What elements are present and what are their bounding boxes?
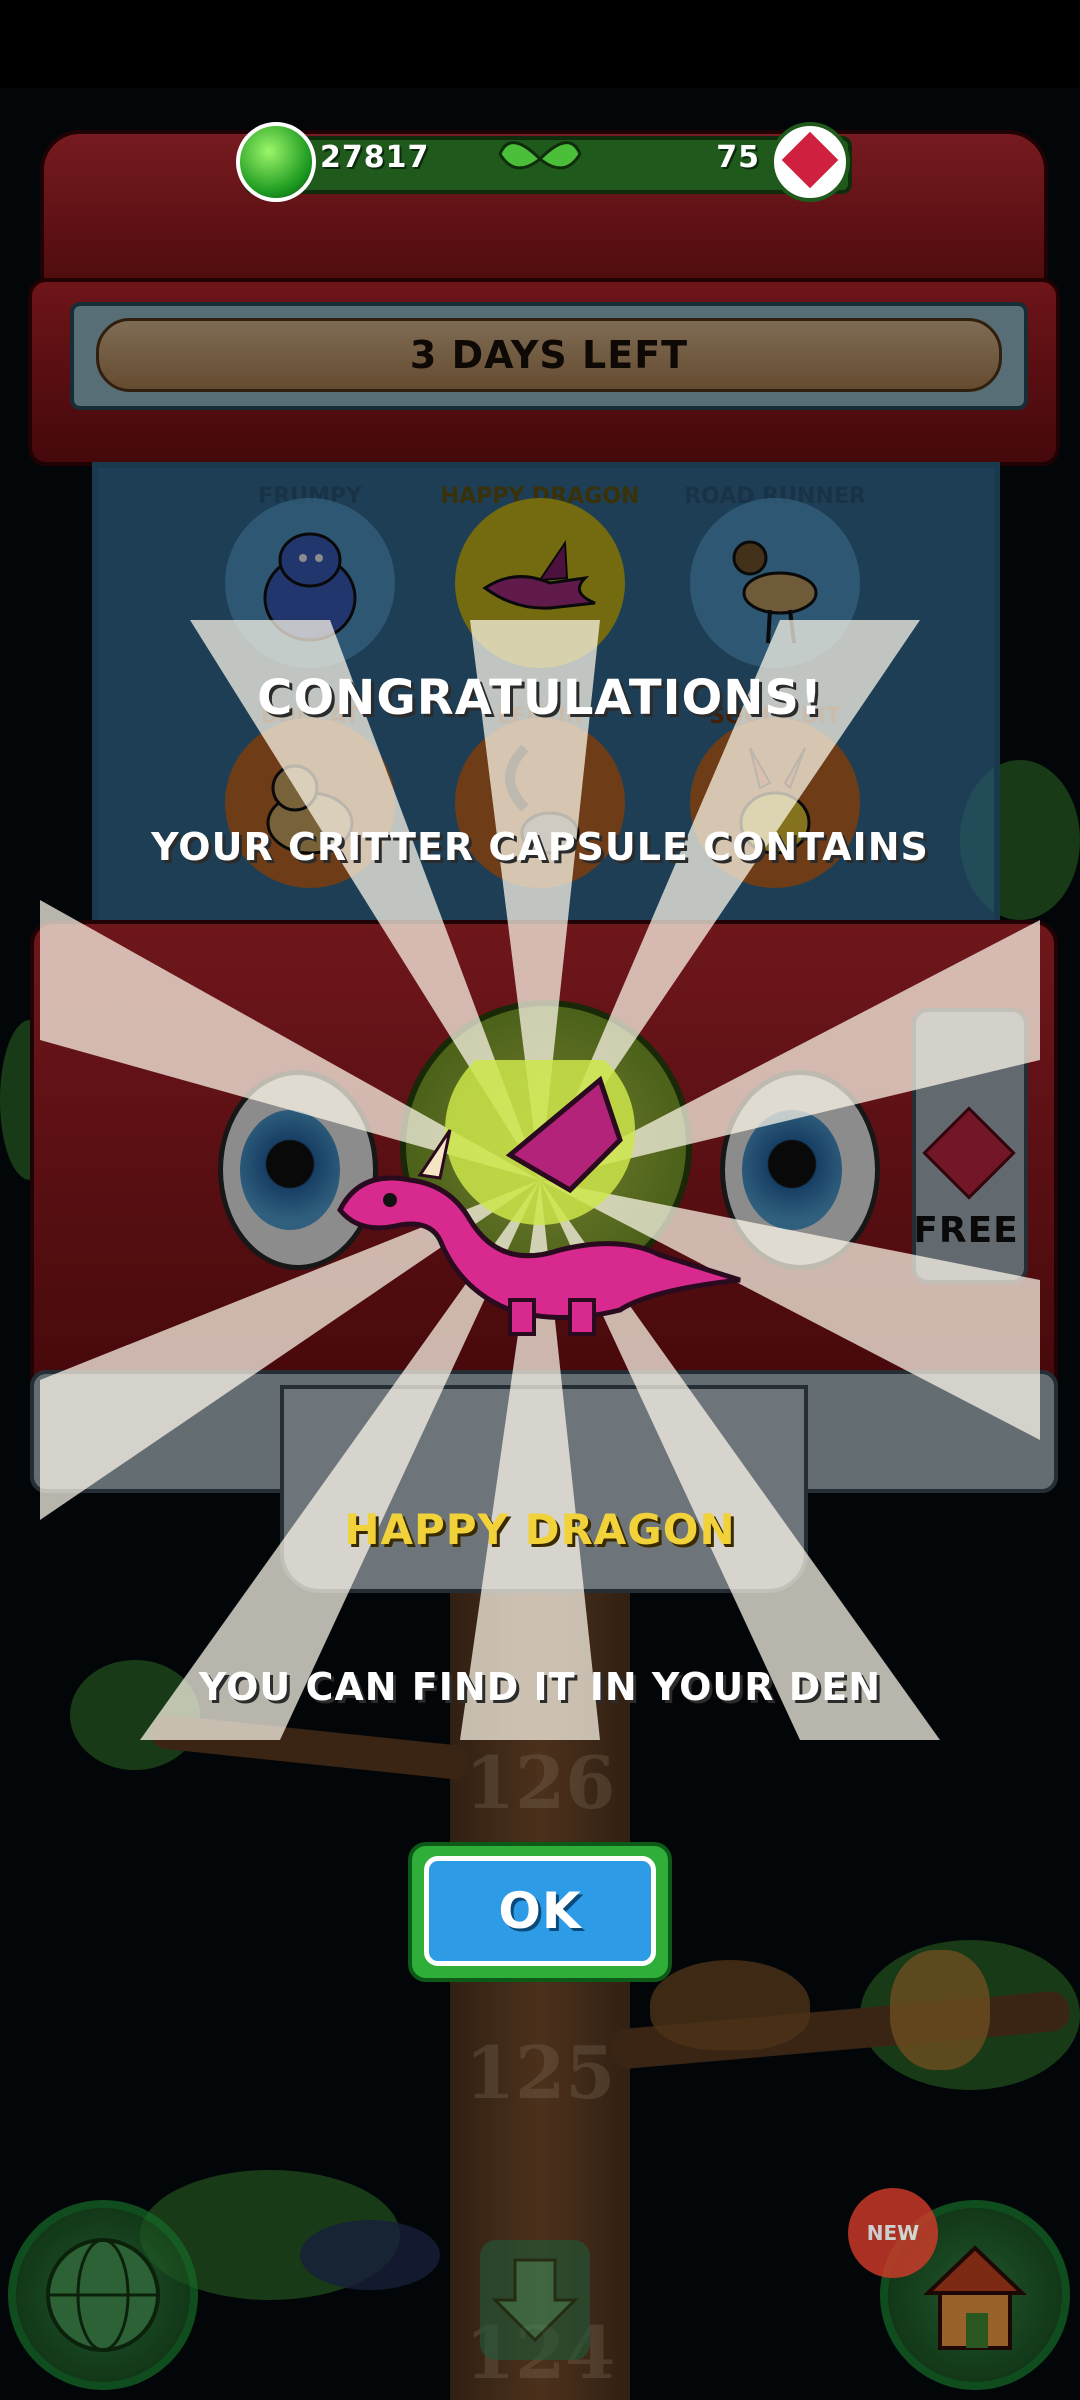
capsule-subtitle: YOUR CRITTER CAPSULE CONTAINS bbox=[151, 825, 929, 869]
gem-count: 75 bbox=[716, 140, 760, 175]
arrow-down-icon bbox=[491, 2258, 579, 2343]
new-badge: NEW bbox=[848, 2188, 938, 2278]
ok-button-label: OK bbox=[498, 1882, 582, 1940]
scroll-down-button[interactable] bbox=[480, 2240, 590, 2360]
ok-button[interactable]: OK bbox=[424, 1856, 656, 1966]
globe-icon bbox=[46, 2238, 160, 2352]
green-gem-icon[interactable] bbox=[236, 122, 316, 202]
reward-critter-name: HAPPY DRAGON bbox=[344, 1505, 736, 1554]
congratulations-title: CONGRATULATIONS! bbox=[257, 670, 823, 726]
reward-message: YOU CAN FIND IT IN YOUR DEN bbox=[198, 1665, 882, 1709]
coin-count: 27817 bbox=[320, 140, 430, 175]
world-map-button[interactable] bbox=[8, 2200, 198, 2390]
happy-dragon-reward-icon bbox=[337, 1060, 741, 1336]
new-badge-label: NEW bbox=[866, 2221, 920, 2245]
leaf-ornament-icon bbox=[498, 141, 582, 170]
